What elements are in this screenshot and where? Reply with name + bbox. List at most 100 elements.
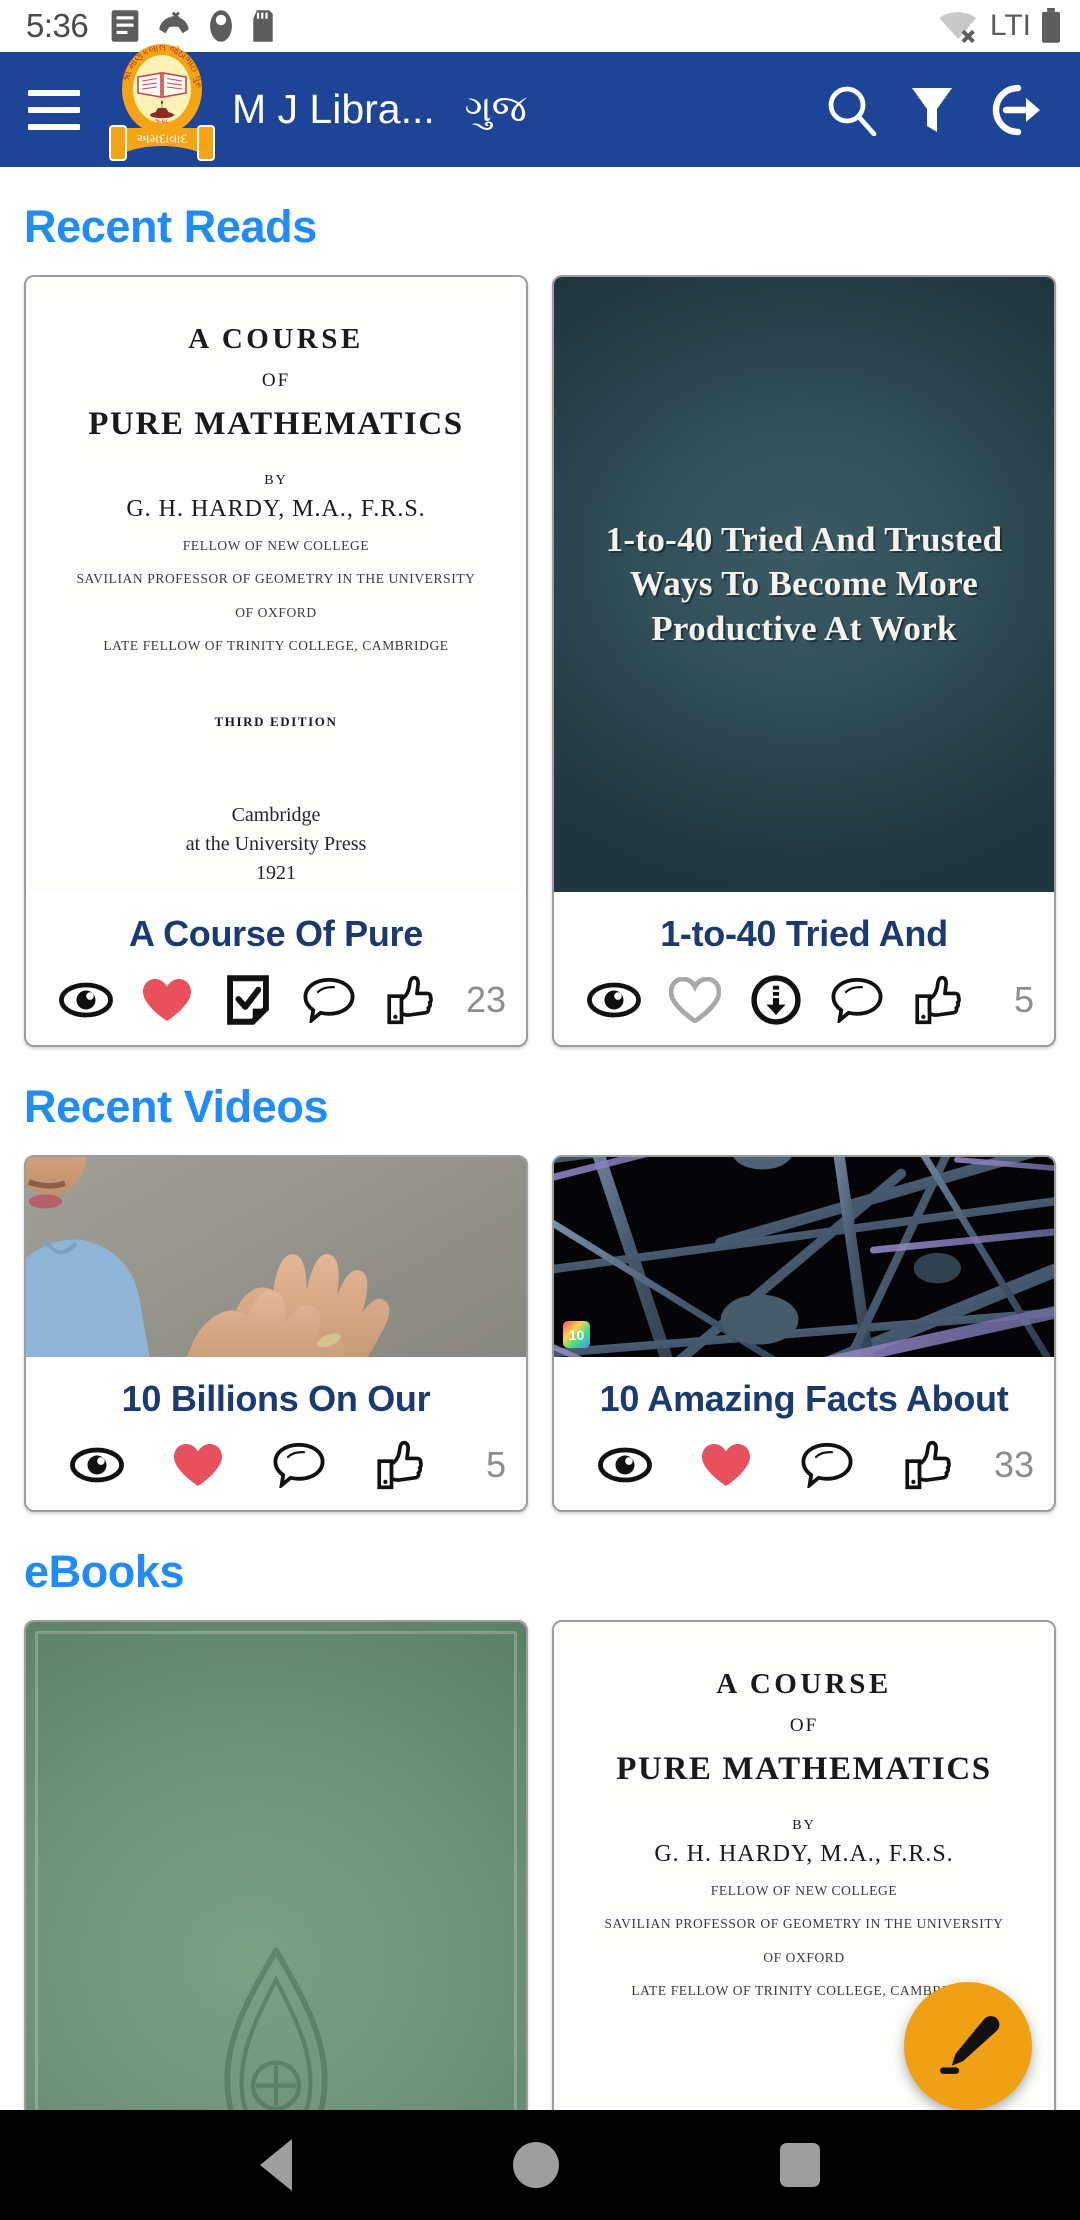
quote-cover-text: 1-to-40 Tried And Trusted Ways To Become…: [605, 520, 1003, 648]
book-card[interactable]: A COURSE OF PURE MATHEMATICS BY G. H. HA…: [24, 275, 528, 1047]
edit-pen-icon: [940, 2016, 1000, 2074]
comment-icon[interactable]: [248, 1442, 349, 1488]
status-time: 5:36: [26, 7, 89, 44]
section-title-recent-reads: Recent Reads: [24, 201, 317, 252]
card-actions: 33: [554, 1436, 1054, 1510]
svg-text:૧૯૪૮: ૧૯૪૮: [155, 119, 169, 125]
cover-affiliation-3: OF OXFORD: [235, 604, 317, 620]
favorite-icon[interactable]: [147, 1442, 248, 1488]
card-title: 10 Billions On Our: [121, 1378, 431, 1419]
like-count: 5: [485, 1444, 506, 1485]
recent-reads-row: A COURSE OF PURE MATHEMATICS BY G. H. HA…: [0, 275, 1080, 1047]
cover-by: BY: [792, 1818, 816, 1833]
app-bar-actions: [826, 82, 1074, 138]
hamburger-menu-icon[interactable]: [28, 89, 80, 130]
language-toggle-button[interactable]: ગુજ: [465, 88, 527, 131]
comment-icon[interactable]: [288, 977, 369, 1023]
view-icon[interactable]: [46, 981, 127, 1019]
card-title: A Course Of Pure: [129, 913, 423, 954]
document-cover-art: A COURSE OF PURE MATHEMATICS BY G. H. HA…: [26, 277, 526, 892]
cover-author: G. H. HARDY, M.A., F.R.S.: [654, 1841, 954, 1867]
cover-affiliation-1: FELLOW OF NEW COLLEGE: [710, 1883, 898, 1898]
card-title: 1-to-40 Tried And: [660, 913, 948, 954]
main-content: Recent Reads A COURSE OF PURE MATHEMATIC…: [0, 167, 1080, 2220]
view-icon[interactable]: [574, 1446, 675, 1484]
video-thumbnail[interactable]: [26, 1157, 526, 1357]
cover-author: G. H. HARDY, M.A., F.R.S.: [126, 496, 426, 522]
home-button[interactable]: [512, 2142, 559, 2188]
recents-button[interactable]: [779, 2143, 820, 2187]
status-right-group: LTI: [937, 8, 1062, 44]
favorite-icon[interactable]: [655, 977, 736, 1023]
network-label: LTI: [989, 9, 1031, 42]
recent-videos-row: 10 Billions On Our 5 10 10 Amazing Facts…: [0, 1155, 1080, 1512]
read-status-icon[interactable]: [208, 975, 289, 1025]
filter-icon[interactable]: [908, 84, 956, 136]
video-card[interactable]: 10 Billions On Our 5: [24, 1155, 528, 1512]
sd-card-icon: [253, 10, 273, 42]
cover-publisher-2: at the University Press: [185, 833, 367, 855]
notes-icon: [111, 10, 139, 42]
search-icon[interactable]: [826, 84, 878, 136]
like-icon[interactable]: [897, 975, 978, 1025]
book-card[interactable]: 1-to-40 Tried And Trusted Ways To Become…: [552, 275, 1056, 1047]
vibrate-icon: [210, 10, 233, 42]
video-source-badge: 10: [563, 1321, 590, 1348]
cover-by: BY: [264, 473, 288, 488]
android-navigation-bar: [0, 2110, 1080, 2220]
app-bar: અમદાવાદ શ્રી માણેકલાલ જેઠાભાઈ પુસ્તકાલય: [0, 34, 1080, 167]
like-icon[interactable]: [369, 975, 450, 1025]
comment-icon[interactable]: [816, 977, 897, 1023]
comment-icon[interactable]: [776, 1442, 877, 1488]
cover-line-1: A COURSE: [188, 323, 364, 355]
favorite-icon[interactable]: [127, 977, 208, 1023]
view-icon[interactable]: [574, 981, 655, 1019]
logout-icon[interactable]: [986, 82, 1046, 138]
section-title-recent-videos: Recent Videos: [24, 1081, 329, 1132]
download-icon[interactable]: [736, 975, 817, 1025]
view-icon[interactable]: [46, 1446, 147, 1484]
cover-line-1: A COURSE: [716, 1668, 892, 1700]
cover-publisher-3: 1921: [256, 862, 296, 884]
like-icon[interactable]: [877, 1440, 978, 1490]
cover-line-2: PURE MATHEMATICS: [88, 406, 464, 442]
cover-affiliation-2: SAVILIAN PROFESSOR OF GEOMETRY IN THE UN…: [76, 571, 476, 587]
cover-of: OF: [789, 1715, 819, 1736]
recents-square-icon: [779, 2143, 820, 2187]
like-count: 23: [465, 979, 506, 1020]
card-title: 10 Amazing Facts About: [599, 1378, 1009, 1419]
home-circle-icon: [512, 2142, 559, 2188]
like-count: 33: [993, 1444, 1034, 1485]
status-left-icons: [110, 9, 275, 43]
wifi-off-icon: [939, 12, 976, 43]
book-cover[interactable]: A COURSE OF PURE MATHEMATICS BY G. H. HA…: [26, 277, 526, 892]
like-count: 5: [1013, 979, 1034, 1020]
missed-call-icon: [159, 11, 189, 34]
video-thumbnail[interactable]: 10: [554, 1157, 1054, 1357]
card-actions: 5: [26, 1436, 526, 1510]
like-icon[interactable]: [349, 1440, 450, 1490]
back-button[interactable]: [260, 2139, 293, 2191]
cover-affiliation-2: SAVILIAN PROFESSOR OF GEOMETRY IN THE UN…: [604, 1916, 1004, 1932]
battery-icon: [1042, 8, 1060, 43]
video-card[interactable]: 10 10 Amazing Facts About 33: [552, 1155, 1056, 1512]
back-triangle-icon: [260, 2139, 293, 2191]
library-seal-logo[interactable]: અમદાવાદ શ્રી માણેકલાલ જેઠાભાઈ પુસ્તકાલય: [101, 34, 218, 177]
book-cover[interactable]: 1-to-40 Tried And Trusted Ways To Become…: [554, 277, 1054, 892]
cover-affiliation-4: LATE FELLOW OF TRINITY COLLEGE, CAMBRIDG…: [103, 637, 449, 653]
cover-of: OF: [261, 370, 291, 391]
hamburger-line: [28, 123, 80, 130]
cover-line-2: PURE MATHEMATICS: [616, 1751, 992, 1787]
card-actions: 5: [554, 971, 1054, 1045]
card-actions: 23: [26, 971, 526, 1045]
compose-fab-button[interactable]: [904, 1982, 1032, 2110]
hamburger-line: [28, 106, 80, 113]
cover-affiliation-1: FELLOW OF NEW COLLEGE: [182, 538, 370, 553]
favorite-icon[interactable]: [675, 1442, 776, 1488]
cover-affiliation-3: OF OXFORD: [763, 1949, 845, 1965]
section-title-ebooks: eBooks: [24, 1546, 185, 1597]
cover-publisher-1: Cambridge: [231, 804, 321, 826]
quote-cover-art: 1-to-40 Tried And Trusted Ways To Become…: [554, 277, 1054, 892]
hamburger-line: [28, 89, 80, 96]
cover-edition: THIRD EDITION: [214, 714, 338, 729]
